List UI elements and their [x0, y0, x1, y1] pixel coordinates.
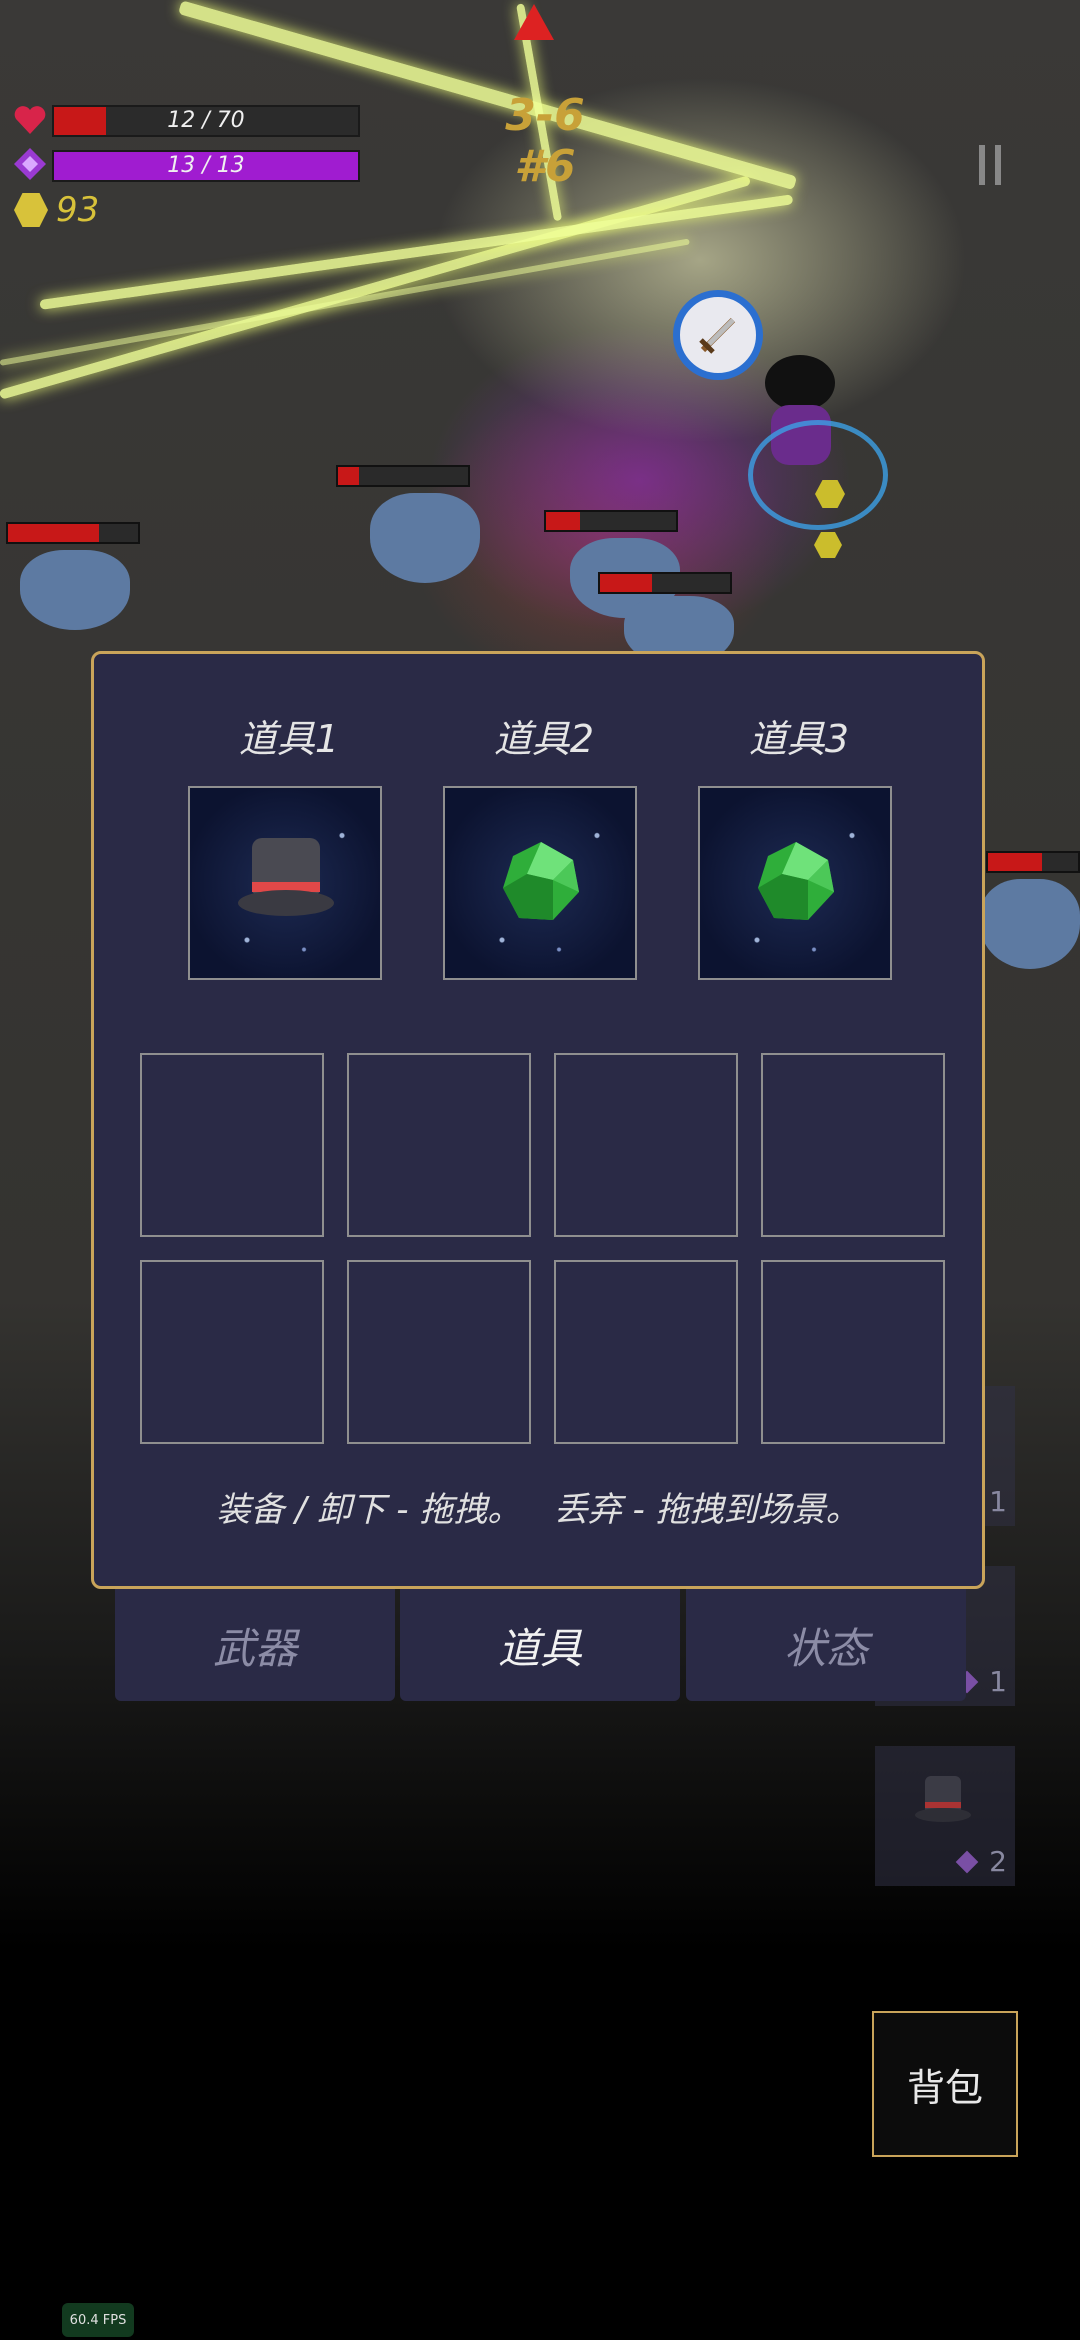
quick-slot-count: 1 [989, 1485, 1007, 1518]
inventory-cell[interactable] [347, 1260, 531, 1444]
direction-arrow-icon [514, 4, 554, 40]
green-gem-icon [501, 840, 581, 924]
gold-nugget-icon[interactable] [814, 532, 842, 558]
mp-text: 13 / 13 [167, 153, 245, 178]
tab-weapons[interactable]: 武器 [115, 1589, 395, 1701]
inventory-cell[interactable] [347, 1053, 531, 1237]
slot-label-2: 道具2 [493, 717, 595, 761]
top-hat-icon [915, 1776, 971, 1826]
quick-slot-3[interactable]: 2 [875, 1746, 1015, 1886]
mp-bar: 13 / 13 [52, 150, 360, 182]
green-gem-icon [756, 840, 836, 924]
mana-diamond-icon [12, 146, 48, 182]
hp-bar: 12 / 70 [52, 105, 360, 137]
backpack-button[interactable]: 背包 [872, 2011, 1018, 2157]
sword-skill-icon [673, 290, 763, 380]
inventory-cell[interactable] [761, 1260, 945, 1444]
item-panel: 道具1 道具2 道具3 装备 / 卸下 - 拖拽。 丢弃 - 拖拽到场景。 [91, 651, 985, 1589]
hp-heart-icon [12, 102, 48, 138]
inventory-cell[interactable] [554, 1053, 738, 1237]
quick-slot-count: 2 [989, 1845, 1007, 1878]
inventory-cell[interactable] [140, 1053, 324, 1237]
fps-counter: 60.4 FPS [62, 2303, 134, 2337]
inventory-cell[interactable] [140, 1260, 324, 1444]
inventory-cell[interactable] [761, 1053, 945, 1237]
pause-button[interactable] [960, 130, 1020, 200]
tab-status[interactable]: 状态 [686, 1589, 966, 1701]
instructions-text: 装备 / 卸下 - 拖拽。 丢弃 - 拖拽到场景。 [216, 1490, 860, 1530]
slot-label-3: 道具3 [748, 717, 850, 761]
quick-slot-count: 1 [989, 1665, 1007, 1698]
inventory-cell[interactable] [554, 1260, 738, 1444]
equip-slot-1[interactable] [188, 786, 382, 980]
equip-slot-2[interactable] [443, 786, 637, 980]
tab-items[interactable]: 道具 [400, 1589, 680, 1701]
hp-text: 12 / 70 [167, 108, 245, 133]
gold-amount: 93 [56, 190, 100, 230]
player-aura-ring [748, 420, 888, 530]
top-hat-icon [238, 838, 334, 928]
level-indicator: 3-6 #6 [505, 90, 585, 192]
pause-icon [979, 145, 985, 185]
slot-label-1: 道具1 [238, 717, 340, 761]
equip-slot-3[interactable] [698, 786, 892, 980]
